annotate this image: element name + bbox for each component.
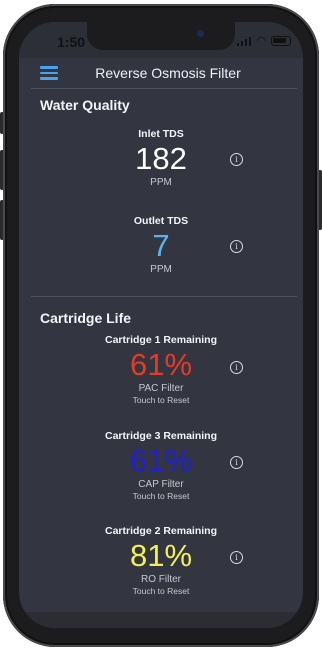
info-icon[interactable]: i bbox=[230, 456, 243, 469]
status-time: 1:50 bbox=[57, 34, 86, 50]
section-divider bbox=[31, 296, 297, 297]
signal-icon bbox=[236, 36, 252, 46]
cartridge-3-label: Cartridge 3 Remaining bbox=[104, 430, 218, 442]
status-bar: 1:50 ◠ bbox=[19, 22, 303, 58]
inlet-tds-metric: Inlet TDS 182 PPM bbox=[19, 126, 303, 189]
inlet-tds-value: 182 bbox=[135, 141, 187, 176]
cartridge-1-reset[interactable]: Touch to Reset bbox=[19, 395, 303, 406]
inlet-tds-unit: PPM bbox=[150, 177, 172, 188]
notch bbox=[87, 22, 235, 50]
nav-bar: Reverse Osmosis Filter bbox=[19, 58, 303, 88]
outlet-tds-unit: PPM bbox=[150, 264, 172, 275]
info-icon[interactable]: i bbox=[230, 361, 243, 374]
water-quality-heading: Water Quality bbox=[40, 97, 130, 113]
cartridge-1-label: Cartridge 1 Remaining bbox=[104, 334, 218, 346]
phone-frame: 1:50 ◠ Reverse Osmosis Filter Water Qual… bbox=[0, 0, 322, 650]
cartridge-2-filter: RO Filter bbox=[141, 574, 181, 585]
cartridge-2-label: Cartridge 2 Remaining bbox=[104, 525, 218, 537]
status-icons: ◠ bbox=[236, 35, 291, 47]
outlet-tds-metric: Outlet TDS 7 PPM bbox=[19, 213, 303, 276]
cartridge-2-value: 81% bbox=[129, 538, 193, 573]
info-icon[interactable]: i bbox=[230, 153, 243, 166]
cartridge-3-filter: CAP Filter bbox=[138, 479, 184, 490]
battery-icon bbox=[271, 36, 291, 46]
page-title: Reverse Osmosis Filter bbox=[95, 65, 241, 81]
info-icon[interactable]: i bbox=[230, 551, 243, 564]
cartridge-1-value: 61% bbox=[129, 347, 193, 382]
bottom-bar bbox=[19, 612, 303, 628]
cartridge-1-filter: PAC Filter bbox=[138, 383, 184, 394]
inlet-tds-label: Inlet TDS bbox=[138, 128, 184, 140]
cartridge-2-card[interactable]: Cartridge 2 Remaining 81% RO Filter Touc… bbox=[19, 523, 303, 597]
wifi-icon: ◠ bbox=[256, 35, 266, 47]
cartridge-life-heading: Cartridge Life bbox=[40, 310, 132, 326]
cartridge-1-card[interactable]: Cartridge 1 Remaining 61% PAC Filter Tou… bbox=[19, 332, 303, 406]
outlet-tds-value: 7 bbox=[152, 228, 170, 263]
nav-divider bbox=[31, 88, 297, 89]
outlet-tds-label: Outlet TDS bbox=[133, 215, 189, 227]
info-icon[interactable]: i bbox=[230, 240, 243, 253]
cartridge-2-reset[interactable]: Touch to Reset bbox=[19, 586, 303, 597]
cartridge-3-card[interactable]: Cartridge 3 Remaining 61% CAP Filter Tou… bbox=[19, 428, 303, 502]
cartridge-3-reset[interactable]: Touch to Reset bbox=[19, 491, 303, 502]
app-screen: 1:50 ◠ Reverse Osmosis Filter Water Qual… bbox=[19, 22, 303, 628]
cartridge-3-value: 61% bbox=[129, 443, 193, 478]
camera-icon bbox=[197, 30, 204, 37]
